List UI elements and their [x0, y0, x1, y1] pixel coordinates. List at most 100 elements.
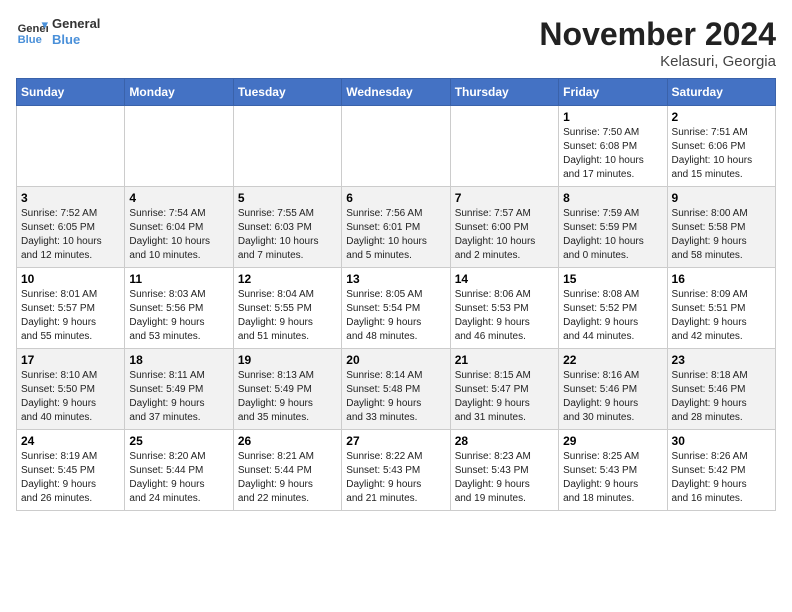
day-info: Sunrise: 7:59 AM Sunset: 5:59 PM Dayligh… [563, 207, 662, 263]
logo-icon: General Blue [16, 16, 48, 48]
calendar-cell [17, 106, 125, 187]
day-number: 24 [21, 434, 120, 448]
week-row-2: 3 Sunrise: 7:52 AM Sunset: 6:05 PM Daylig… [17, 187, 776, 268]
title-area: November 2024 Kelasuri, Georgia [539, 16, 776, 70]
calendar-cell: 3 Sunrise: 7:52 AM Sunset: 6:05 PM Daylig… [17, 187, 125, 268]
weekday-header-row: SundayMondayTuesdayWednesdayThursdayFrid… [17, 79, 776, 106]
calendar-cell [125, 106, 233, 187]
day-info: Sunrise: 7:50 AM Sunset: 6:08 PM Dayligh… [563, 126, 662, 182]
day-number: 6 [346, 191, 445, 205]
calendar-cell: 5 Sunrise: 7:55 AM Sunset: 6:03 PM Daylig… [233, 187, 341, 268]
day-info: Sunrise: 8:18 AM Sunset: 5:46 PM Dayligh… [672, 369, 771, 425]
day-info: Sunrise: 8:04 AM Sunset: 5:55 PM Dayligh… [238, 288, 337, 344]
calendar-cell: 4Sunrise: 7:54 AM Sunset: 6:04 PM Daylig… [125, 187, 233, 268]
day-info: Sunrise: 8:06 AM Sunset: 5:53 PM Dayligh… [455, 288, 554, 344]
calendar-cell: 25 Sunrise: 8:20 AM Sunset: 5:44 PM Dayli… [125, 430, 233, 511]
week-row-1: 1 Sunrise: 7:50 AM Sunset: 6:08 PM Daylig… [17, 106, 776, 187]
day-number: 12 [238, 272, 337, 286]
day-number: 23 [672, 353, 771, 367]
day-number: 13 [346, 272, 445, 286]
weekday-header-monday: Monday [125, 79, 233, 106]
day-number: 10 [21, 272, 120, 286]
day-number: 14 [455, 272, 554, 286]
calendar-cell: 12 Sunrise: 8:04 AM Sunset: 5:55 PM Dayli… [233, 268, 341, 349]
day-number: 29 [563, 434, 662, 448]
day-info: Sunrise: 8:20 AM Sunset: 5:44 PM Dayligh… [129, 450, 228, 506]
day-number: 11 [129, 272, 228, 286]
day-number: 25 [129, 434, 228, 448]
day-number: 26 [238, 434, 337, 448]
day-info: Sunrise: 7:55 AM Sunset: 6:03 PM Dayligh… [238, 207, 337, 263]
day-info: Sunrise: 8:14 AM Sunset: 5:48 PM Dayligh… [346, 369, 445, 425]
svg-text:Blue: Blue [18, 34, 42, 46]
day-number: 15 [563, 272, 662, 286]
day-info: Sunrise: 7:51 AM Sunset: 6:06 PM Dayligh… [672, 126, 771, 182]
day-info: Sunrise: 8:11 AM Sunset: 5:49 PM Dayligh… [129, 369, 228, 425]
calendar-cell: 21Sunrise: 8:15 AM Sunset: 5:47 PM Dayli… [450, 349, 558, 430]
day-info: Sunrise: 8:13 AM Sunset: 5:49 PM Dayligh… [238, 369, 337, 425]
day-info: Sunrise: 7:56 AM Sunset: 6:01 PM Dayligh… [346, 207, 445, 263]
day-number: 16 [672, 272, 771, 286]
day-info: Sunrise: 8:23 AM Sunset: 5:43 PM Dayligh… [455, 450, 554, 506]
day-info: Sunrise: 8:00 AM Sunset: 5:58 PM Dayligh… [672, 207, 771, 263]
calendar-table: SundayMondayTuesdayWednesdayThursdayFrid… [16, 78, 776, 511]
day-number: 9 [672, 191, 771, 205]
day-info: Sunrise: 8:01 AM Sunset: 5:57 PM Dayligh… [21, 288, 120, 344]
day-info: Sunrise: 7:57 AM Sunset: 6:00 PM Dayligh… [455, 207, 554, 263]
day-number: 2 [672, 110, 771, 124]
calendar-cell: 16 Sunrise: 8:09 AM Sunset: 5:51 PM Dayli… [667, 268, 775, 349]
calendar-title: November 2024 [539, 16, 776, 53]
day-info: Sunrise: 8:25 AM Sunset: 5:43 PM Dayligh… [563, 450, 662, 506]
week-row-5: 24Sunrise: 8:19 AM Sunset: 5:45 PM Dayli… [17, 430, 776, 511]
page-header: General Blue General Blue November 2024 … [16, 16, 776, 70]
day-info: Sunrise: 8:10 AM Sunset: 5:50 PM Dayligh… [21, 369, 120, 425]
day-number: 17 [21, 353, 120, 367]
calendar-cell: 30Sunrise: 8:26 AM Sunset: 5:42 PM Dayli… [667, 430, 775, 511]
week-row-3: 10 Sunrise: 8:01 AM Sunset: 5:57 PM Dayli… [17, 268, 776, 349]
calendar-cell: 29 Sunrise: 8:25 AM Sunset: 5:43 PM Dayli… [559, 430, 667, 511]
day-number: 20 [346, 353, 445, 367]
calendar-cell [233, 106, 341, 187]
logo-text: General Blue [52, 16, 100, 47]
weekday-header-thursday: Thursday [450, 79, 558, 106]
day-number: 8 [563, 191, 662, 205]
logo: General Blue General Blue [16, 16, 100, 48]
calendar-cell: 8 Sunrise: 7:59 AM Sunset: 5:59 PM Daylig… [559, 187, 667, 268]
weekday-header-sunday: Sunday [17, 79, 125, 106]
day-number: 27 [346, 434, 445, 448]
calendar-cell: 20 Sunrise: 8:14 AM Sunset: 5:48 PM Dayli… [342, 349, 450, 430]
day-number: 4 [129, 191, 228, 205]
day-number: 1 [563, 110, 662, 124]
day-info: Sunrise: 8:21 AM Sunset: 5:44 PM Dayligh… [238, 450, 337, 506]
calendar-cell: 11 Sunrise: 8:03 AM Sunset: 5:56 PM Dayli… [125, 268, 233, 349]
day-number: 19 [238, 353, 337, 367]
day-info: Sunrise: 8:08 AM Sunset: 5:52 PM Dayligh… [563, 288, 662, 344]
calendar-cell: 6 Sunrise: 7:56 AM Sunset: 6:01 PM Daylig… [342, 187, 450, 268]
calendar-cell: 28 Sunrise: 8:23 AM Sunset: 5:43 PM Dayli… [450, 430, 558, 511]
week-row-4: 17 Sunrise: 8:10 AM Sunset: 5:50 PM Dayli… [17, 349, 776, 430]
calendar-cell: 1 Sunrise: 7:50 AM Sunset: 6:08 PM Daylig… [559, 106, 667, 187]
calendar-cell: 2 Sunrise: 7:51 AM Sunset: 6:06 PM Daylig… [667, 106, 775, 187]
day-info: Sunrise: 8:09 AM Sunset: 5:51 PM Dayligh… [672, 288, 771, 344]
calendar-cell: 24Sunrise: 8:19 AM Sunset: 5:45 PM Dayli… [17, 430, 125, 511]
calendar-cell: 27Sunrise: 8:22 AM Sunset: 5:43 PM Dayli… [342, 430, 450, 511]
day-number: 3 [21, 191, 120, 205]
logo-line2: Blue [52, 32, 100, 48]
calendar-subtitle: Kelasuri, Georgia [539, 53, 776, 70]
calendar-cell: 15 Sunrise: 8:08 AM Sunset: 5:52 PM Dayli… [559, 268, 667, 349]
calendar-cell: 14 Sunrise: 8:06 AM Sunset: 5:53 PM Dayli… [450, 268, 558, 349]
day-number: 5 [238, 191, 337, 205]
calendar-cell: 7Sunrise: 7:57 AM Sunset: 6:00 PM Daylig… [450, 187, 558, 268]
calendar-cell: 17 Sunrise: 8:10 AM Sunset: 5:50 PM Dayli… [17, 349, 125, 430]
calendar-cell: 10 Sunrise: 8:01 AM Sunset: 5:57 PM Dayli… [17, 268, 125, 349]
calendar-cell: 9 Sunrise: 8:00 AM Sunset: 5:58 PM Daylig… [667, 187, 775, 268]
calendar-cell: 23 Sunrise: 8:18 AM Sunset: 5:46 PM Dayli… [667, 349, 775, 430]
day-info: Sunrise: 7:52 AM Sunset: 6:05 PM Dayligh… [21, 207, 120, 263]
day-info: Sunrise: 8:15 AM Sunset: 5:47 PM Dayligh… [455, 369, 554, 425]
day-number: 30 [672, 434, 771, 448]
day-info: Sunrise: 8:03 AM Sunset: 5:56 PM Dayligh… [129, 288, 228, 344]
calendar-cell [450, 106, 558, 187]
day-number: 28 [455, 434, 554, 448]
calendar-cell [342, 106, 450, 187]
weekday-header-friday: Friday [559, 79, 667, 106]
